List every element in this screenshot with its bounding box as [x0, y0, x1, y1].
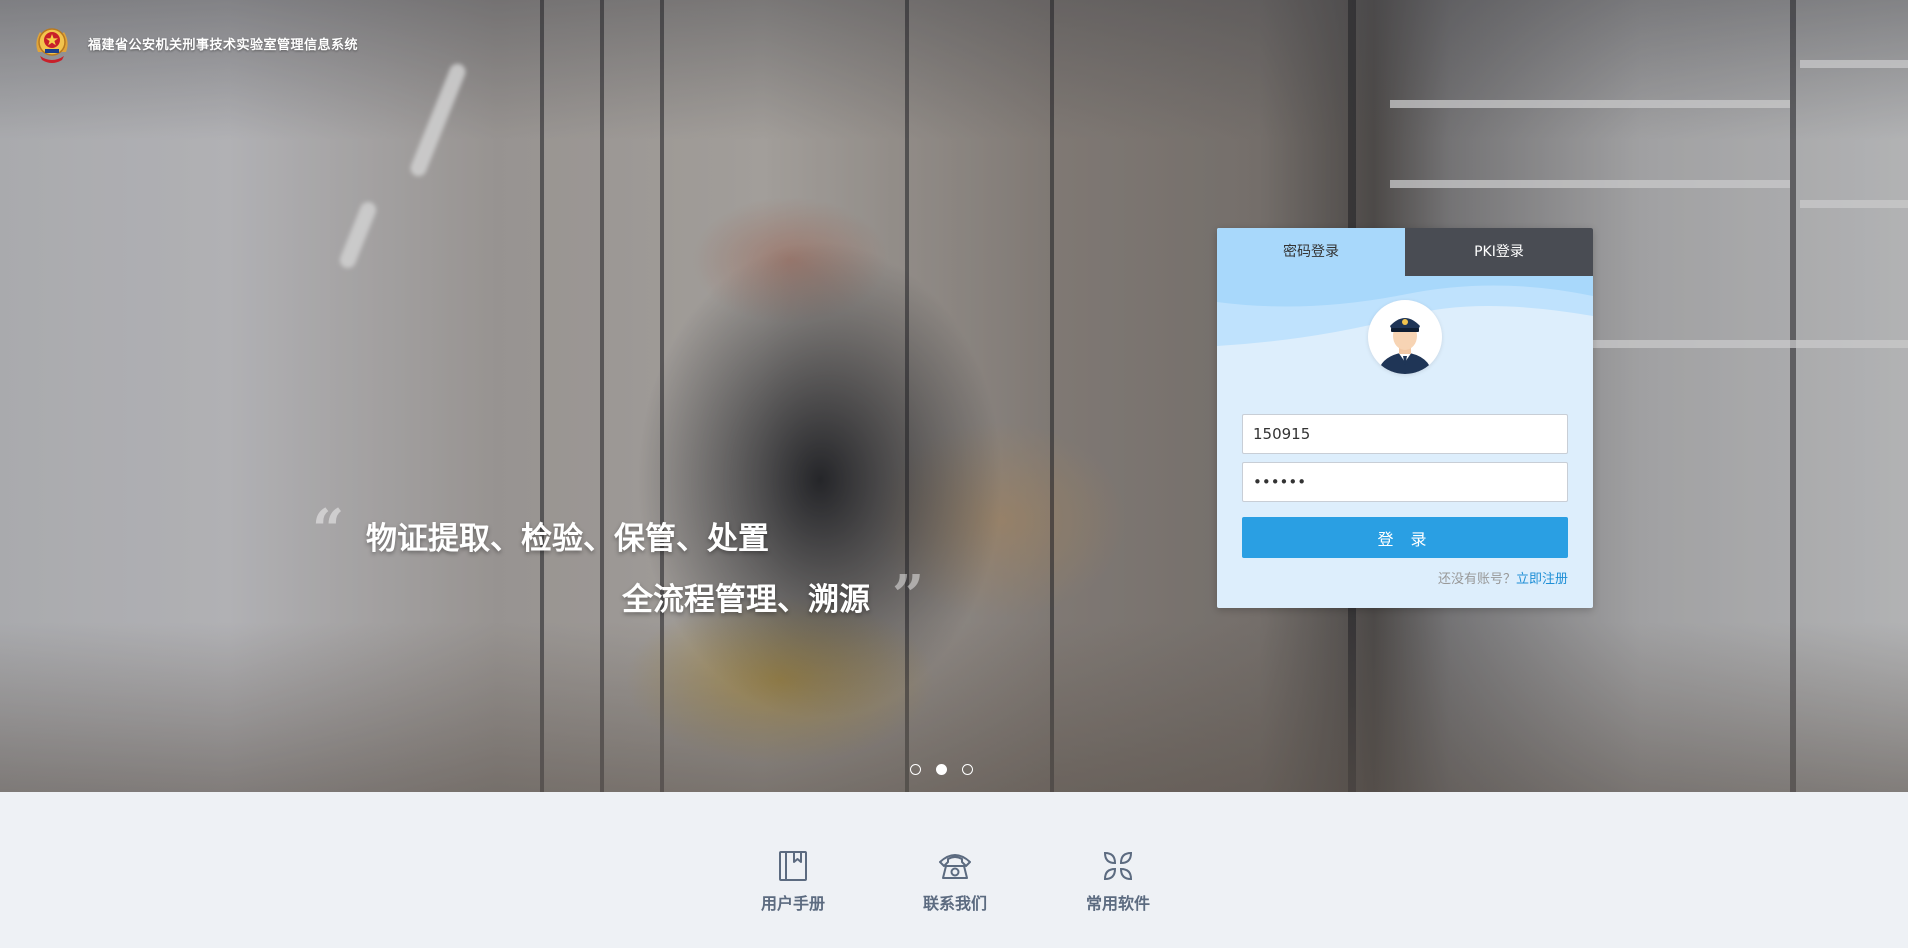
- carousel-dot-3[interactable]: [962, 764, 973, 775]
- slogan-line-1: 物证提取、检验、保管、处置: [366, 521, 769, 557]
- slogan-line-2: 全流程管理、溯源: [622, 582, 870, 618]
- register-link[interactable]: 立即注册: [1516, 572, 1568, 587]
- app-title: 福建省公安机关刑事技术实验室管理信息系统: [88, 38, 359, 53]
- password-field[interactable]: [1242, 462, 1568, 502]
- register-prompt: 还没有账号？立即注册: [1438, 568, 1568, 587]
- carousel-dot-1[interactable]: [910, 764, 921, 775]
- user-manual-label: 用户手册: [760, 894, 825, 913]
- common-software-label: 常用软件: [1085, 894, 1150, 913]
- close-quote-mark: ”: [892, 563, 925, 629]
- book-icon: [779, 851, 807, 881]
- contact-us-link[interactable]: 联系我们: [905, 850, 1005, 914]
- hero-overlay: [0, 0, 1908, 792]
- register-prompt-text: 还没有账号？: [1437, 572, 1516, 587]
- contact-us-label: 联系我们: [922, 894, 987, 913]
- telephone-icon: [939, 854, 971, 879]
- username-field[interactable]: [1242, 414, 1568, 454]
- login-tabs: 密码登录 PKI登录: [1217, 228, 1593, 276]
- user-manual-link[interactable]: 用户手册: [743, 850, 843, 914]
- hero-banner: [0, 0, 1908, 792]
- police-emblem-icon: [32, 22, 72, 66]
- tab-password-login[interactable]: 密码登录: [1217, 228, 1405, 276]
- police-officer-avatar-icon: [1368, 300, 1442, 374]
- tab-pki-login[interactable]: PKI登录: [1405, 228, 1593, 276]
- login-panel: 密码登录 PKI登录 登 录 还没有账号？立即注册: [1217, 228, 1593, 608]
- apps-grid-icon: [1103, 851, 1133, 881]
- login-button[interactable]: 登 录: [1242, 517, 1568, 558]
- carousel-dot-2[interactable]: [936, 764, 947, 775]
- common-software-link[interactable]: 常用软件: [1068, 850, 1168, 914]
- open-quote-mark: “: [312, 497, 345, 563]
